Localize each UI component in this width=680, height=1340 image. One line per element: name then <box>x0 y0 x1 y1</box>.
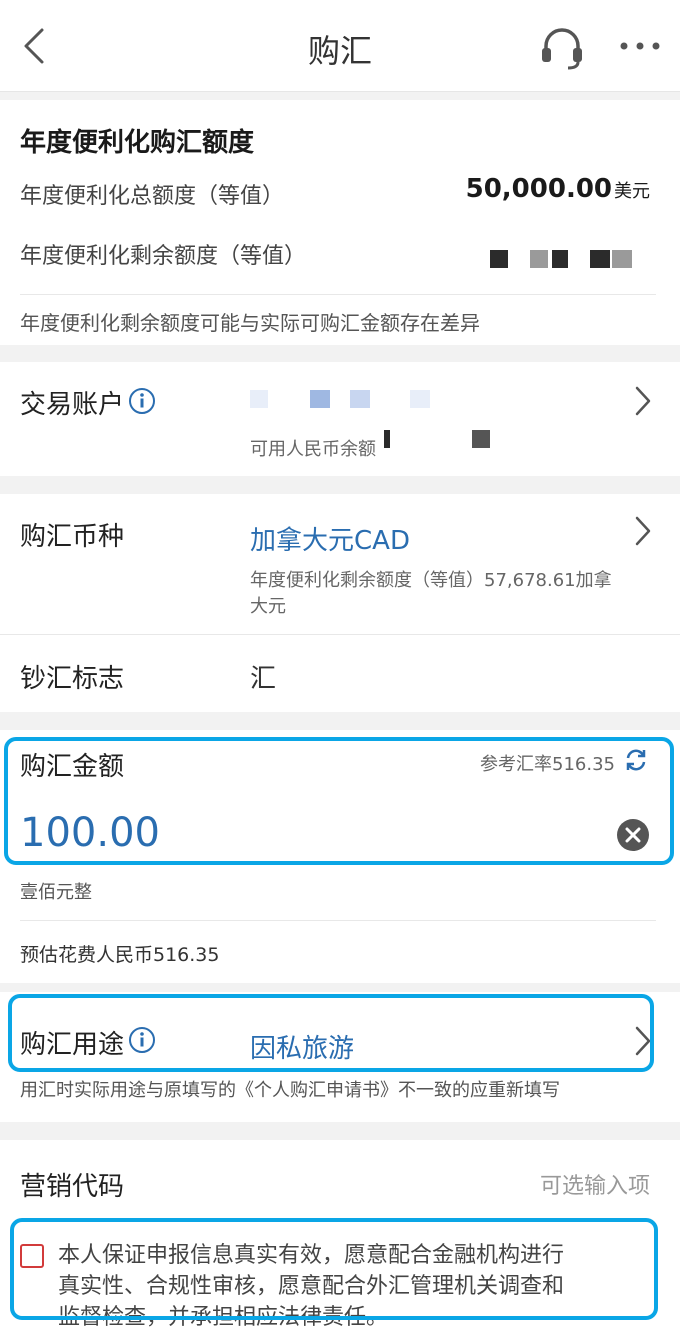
marketing-code-input[interactable]: 可选输入项 <box>540 1168 650 1200</box>
account-row[interactable]: 交易账户 可用人民币余额 <box>0 362 680 476</box>
purpose-hint: 用汇时实际用途与原填写的《个人购汇申请书》不一致的应重新填写 <box>20 1080 560 1101</box>
more-icon[interactable] <box>616 28 664 64</box>
total-quota-label: 年度便利化总额度（等值） <box>20 184 285 209</box>
divider <box>0 634 680 635</box>
divider <box>20 294 656 295</box>
currency-card: 购汇币种 加拿大元CAD 年度便利化剩余额度（等值）57,678.61加拿 大元… <box>0 494 680 712</box>
currency-value: 加拿大元CAD <box>250 526 410 556</box>
divider <box>20 920 656 921</box>
chevron-right-icon <box>635 386 651 416</box>
account-label: 交易账户 <box>20 390 125 420</box>
amount-highlight-box <box>4 737 674 865</box>
cash-flag-value: 汇 <box>250 664 277 694</box>
quota-note: 年度便利化剩余额度可能与实际可购汇金额存在差异 <box>20 311 480 335</box>
amount-in-words: 壹佰元整 <box>20 882 92 903</box>
top-nav-bar: 购汇 <box>0 0 680 92</box>
balance-label: 可用人民币余额 <box>250 439 376 460</box>
quota-heading: 年度便利化购汇额度 <box>20 128 255 158</box>
cash-flag-label: 钞汇标志 <box>20 664 125 694</box>
remaining-quota-label: 年度便利化剩余额度（等值） <box>20 244 307 269</box>
declaration-highlight-box <box>10 1218 658 1320</box>
currency-remaining-line1: 年度便利化剩余额度（等值）57,678.61加拿 <box>250 570 612 591</box>
customer-service-icon[interactable] <box>538 24 586 72</box>
info-icon[interactable] <box>128 387 156 415</box>
total-quota-value: 50,000.00 美元 <box>465 174 650 204</box>
chevron-right-icon <box>635 516 651 546</box>
quota-card: 年度便利化购汇额度 年度便利化总额度（等值） 50,000.00 美元 年度便利化… <box>0 100 680 345</box>
currency-label: 购汇币种 <box>20 522 125 552</box>
purpose-highlight-box <box>8 994 654 1072</box>
currency-remaining-line2: 大元 <box>250 596 286 617</box>
marketing-code-label: 营销代码 <box>20 1172 125 1202</box>
estimated-cost: 预估花费人民币516.35 <box>20 944 220 966</box>
